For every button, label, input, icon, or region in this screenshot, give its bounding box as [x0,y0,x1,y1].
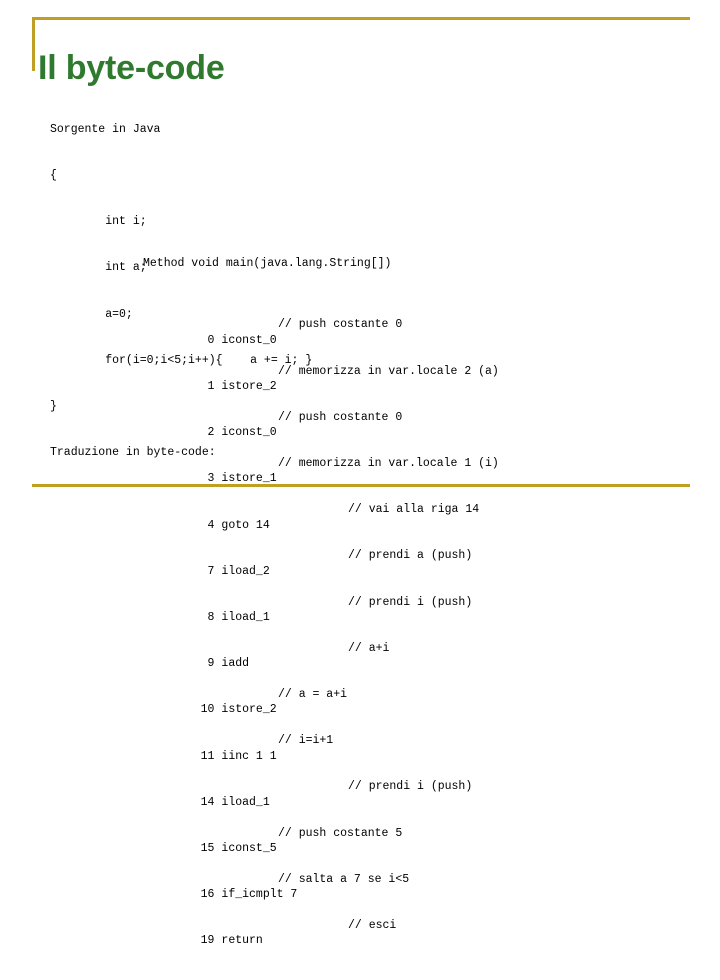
bytecode-comment: // memorizza in var.locale 1 (i) [278,457,499,471]
bytecode-opcode: iconst_5 [221,842,277,856]
bytecode-offset: 15 [200,842,215,856]
bytecode-row: 8 iload_1 // prendi i (push) [143,595,473,624]
bytecode-row: 3 istore_1 // memorizza in var.locale 1 (… [143,456,499,485]
bytecode-offset: 4 [207,518,215,532]
bytecode-offset: 10 [200,703,215,717]
bytecode-opcode: goto 14 [221,518,270,532]
bytecode-offset: 0 [207,333,215,347]
bytecode-offset: 2 [207,426,215,440]
bytecode-opcode: iload_2 [221,564,270,578]
bytecode-comment: // esci [348,919,397,933]
bytecode-row: 2 iconst_0 // push costante 0 [143,410,403,439]
bytecode-comment: // prendi i (push) [348,595,473,609]
bytecode-comment: // push costante 0 [278,318,403,332]
bottom-accent-rule [32,484,690,487]
bytecode-opcode: iinc 1 1 [221,749,277,763]
bytecode-offset: 19 [200,934,215,948]
top-accent-rule [32,17,690,20]
bytecode-offset: 9 [207,657,215,671]
bytecode-offset: 14 [200,795,215,809]
bytecode-row: 0 iconst_0 // push costante 0 [143,317,403,346]
bytecode-row: 16 if_icmplt 7 // salta a 7 se i<5 [143,872,410,901]
bytecode-opcode: iconst_0 [221,426,277,440]
bytecode-opcode: iload_1 [221,795,270,809]
slide: Il byte-code Sorgente in Java { int i; i… [0,0,720,947]
source-line: { [50,169,57,183]
bytecode-comment: // prendi a (push) [348,549,473,563]
bytecode-row: 14 iload_1 // prendi i (push) [143,779,473,808]
bytecode-comment: // prendi i (push) [348,780,473,794]
bytecode-offset: 16 [200,888,215,902]
bytecode-row: 15 iconst_5 // push costante 5 [143,826,403,855]
bytecode-listing: Method void main(java.lang.String[]) 0 ic… [143,225,499,964]
bytecode-row: 7 iload_2 // prendi a (push) [143,548,473,577]
bytecode-row: 10 istore_2 // a = a+i [143,687,391,716]
bytecode-comment: // push costante 0 [278,410,403,424]
bytecode-comment: // push costante 5 [278,826,403,840]
bytecode-comment: // salta a 7 se i<5 [278,872,410,886]
bytecode-comment: // a = a+i [278,688,348,702]
bytecode-opcode: istore_2 [221,380,277,394]
bytecode-offset: 1 [207,380,215,394]
bytecode-comment: // vai alla riga 14 [348,503,480,517]
bytecode-opcode: return [221,934,263,948]
bytecode-comment: // a+i [348,641,390,655]
bytecode-comment: // memorizza in var.locale 2 (a) [278,364,499,378]
bytecode-row: 4 goto 14 // vai alla riga 14 [143,502,480,531]
bytecode-opcode: iconst_0 [221,333,277,347]
bytecode-opcode: iadd [221,657,250,671]
bytecode-comment: // i=i+1 [278,734,334,748]
bytecode-opcode: iload_1 [221,611,270,625]
bytecode-method-signature: Method void main(java.lang.String[]) [143,256,392,270]
page-title: Il byte-code [38,48,225,87]
source-heading: Sorgente in Java [50,122,161,136]
bytecode-row: 11 iinc 1 1 // i=i+1 [143,733,391,762]
bytecode-row: 19 return // esci [143,918,397,947]
bytecode-opcode: istore_2 [221,703,277,717]
bytecode-opcode: if_icmplt 7 [221,888,298,902]
bytecode-row: 1 istore_2 // memorizza in var.locale 2 (… [143,364,499,393]
bytecode-row: 9 iadd // a+i [143,641,391,670]
bytecode-offset: 7 [207,564,215,578]
left-accent-bar [32,17,35,71]
bytecode-offset: 11 [200,749,215,763]
bytecode-offset: 8 [207,611,215,625]
